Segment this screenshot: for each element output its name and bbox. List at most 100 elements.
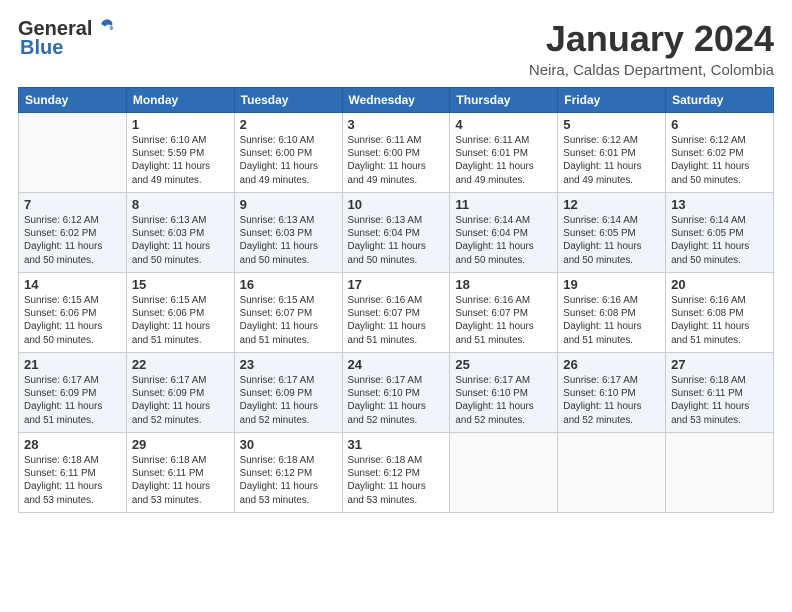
daylight-text: Daylight: 11 hours and 49 minutes. [132, 161, 210, 185]
day-info: Sunrise: 6:18 AMSunset: 6:11 PMDaylight:… [671, 374, 768, 427]
header: General Blue January 2024 Neira, Caldas … [18, 18, 774, 79]
calendar-day-cell: 13Sunrise: 6:14 AMSunset: 6:05 PMDayligh… [666, 193, 774, 273]
daylight-text: Daylight: 11 hours and 50 minutes. [240, 241, 318, 265]
calendar-day-cell: 25Sunrise: 6:17 AMSunset: 6:10 PMDayligh… [450, 353, 558, 433]
calendar-day-cell: 7 Sunrise: 6:12 AMSunset: 6:02 PMDaylight… [19, 193, 127, 273]
daylight-text: Daylight: 11 hours and 49 minutes. [240, 161, 318, 185]
header-tuesday: Tuesday [234, 88, 342, 113]
sunset-text: Sunset: 6:09 PM [240, 388, 312, 399]
day-info: Sunrise: 6:17 AMSunset: 6:10 PMDaylight:… [563, 374, 660, 427]
sunset-text: Sunset: 6:07 PM [348, 308, 420, 319]
sunset-text: Sunset: 6:06 PM [24, 308, 96, 319]
sunset-text: Sunset: 6:12 PM [240, 468, 312, 479]
sunrise-text: Sunrise: 6:17 AM [240, 375, 315, 386]
header-wednesday: Wednesday [342, 88, 450, 113]
sunrise-text: Sunrise: 6:18 AM [240, 455, 315, 466]
day-number: 17 [348, 277, 445, 292]
sunrise-text: Sunrise: 6:16 AM [348, 295, 423, 306]
sunset-text: Sunset: 6:11 PM [671, 388, 743, 399]
calendar-day-cell: 21Sunrise: 6:17 AMSunset: 6:09 PMDayligh… [19, 353, 127, 433]
sunset-text: Sunset: 6:12 PM [348, 468, 420, 479]
sunrise-text: Sunrise: 6:15 AM [240, 295, 315, 306]
day-info: Sunrise: 6:17 AMSunset: 6:09 PMDaylight:… [132, 374, 229, 427]
sunset-text: Sunset: 6:11 PM [132, 468, 204, 479]
calendar-day-cell: 19Sunrise: 6:16 AMSunset: 6:08 PMDayligh… [558, 273, 666, 353]
daylight-text: Daylight: 11 hours and 51 minutes. [455, 321, 533, 345]
calendar-day-cell: 20Sunrise: 6:16 AMSunset: 6:08 PMDayligh… [666, 273, 774, 353]
sunrise-text: Sunrise: 6:17 AM [132, 375, 207, 386]
calendar-day-cell [666, 433, 774, 513]
daylight-text: Daylight: 11 hours and 51 minutes. [671, 321, 749, 345]
calendar-day-cell: 6Sunrise: 6:12 AMSunset: 6:02 PMDaylight… [666, 113, 774, 193]
day-number: 31 [348, 437, 445, 452]
sunrise-text: Sunrise: 6:18 AM [24, 455, 99, 466]
sunrise-text: Sunrise: 6:12 AM [671, 135, 746, 146]
sunset-text: Sunset: 6:01 PM [563, 148, 635, 159]
sunrise-text: Sunrise: 6:15 AM [132, 295, 207, 306]
sunrise-text: Sunrise: 6:17 AM [24, 375, 99, 386]
day-number: 8 [132, 197, 229, 212]
day-number: 4 [455, 117, 552, 132]
daylight-text: Daylight: 11 hours and 51 minutes. [24, 401, 102, 425]
day-info: Sunrise: 6:17 AMSunset: 6:09 PMDaylight:… [240, 374, 337, 427]
calendar-day-cell: 11 Sunrise: 6:14 AMSunset: 6:04 PMDayligh… [450, 193, 558, 273]
daylight-text: Daylight: 11 hours and 53 minutes. [240, 481, 318, 505]
calendar-day-cell: 9Sunrise: 6:13 AMSunset: 6:03 PMDaylight… [234, 193, 342, 273]
month-title: January 2024 [529, 18, 774, 60]
daylight-text: Daylight: 11 hours and 50 minutes. [455, 241, 533, 265]
day-info: Sunrise: 6:18 AMSunset: 6:12 PMDaylight:… [348, 454, 445, 507]
day-info: Sunrise: 6:14 AMSunset: 6:04 PMDaylight:… [455, 214, 552, 267]
day-info: Sunrise: 6:11 AM Sunset: 6:01 PM Daylight:… [455, 134, 552, 187]
day-number: 23 [240, 357, 337, 372]
day-number: 7 [24, 197, 121, 212]
day-number: 25 [455, 357, 552, 372]
day-info: Sunrise: 6:13 AMSunset: 6:03 PMDaylight:… [132, 214, 229, 267]
day-info: Sunrise: 6:15 AMSunset: 6:06 PMDaylight:… [132, 294, 229, 347]
sunset-text: Sunset: 5:59 PM [132, 148, 204, 159]
day-info: Sunrise: 6:18 AMSunset: 6:11 PMDaylight:… [132, 454, 229, 507]
sunset-text: Sunset: 6:07 PM [240, 308, 312, 319]
day-number: 27 [671, 357, 768, 372]
daylight-text: Daylight: 11 hours and 50 minutes. [671, 241, 749, 265]
sunset-text: Sunset: 6:09 PM [132, 388, 204, 399]
sunset-text: Sunset: 6:10 PM [563, 388, 635, 399]
sunrise-text: Sunrise: 6:17 AM [563, 375, 638, 386]
daylight-text: Daylight: 11 hours and 49 minutes. [455, 161, 533, 185]
location: Neira, Caldas Department, Colombia [529, 62, 774, 79]
calendar-day-cell: 28Sunrise: 6:18 AMSunset: 6:11 PMDayligh… [19, 433, 127, 513]
day-number: 30 [240, 437, 337, 452]
calendar-day-cell: 5Sunrise: 6:12 AMSunset: 6:01 PMDaylight… [558, 113, 666, 193]
sunset-text: Sunset: 6:08 PM [671, 308, 743, 319]
day-number: 28 [24, 437, 121, 452]
calendar-week-row: 28Sunrise: 6:18 AMSunset: 6:11 PMDayligh… [19, 433, 774, 513]
day-info: Sunrise: 6:12 AMSunset: 6:02 PMDaylight:… [24, 214, 121, 267]
sunrise-text: Sunrise: 6:16 AM [455, 295, 530, 306]
day-number: 20 [671, 277, 768, 292]
calendar-table: Sunday Monday Tuesday Wednesday Thursday… [18, 87, 774, 513]
day-info: Sunrise: 6:15 AMSunset: 6:06 PMDaylight:… [24, 294, 121, 347]
calendar-week-row: 21Sunrise: 6:17 AMSunset: 6:09 PMDayligh… [19, 353, 774, 433]
day-number: 13 [671, 197, 768, 212]
daylight-text: Daylight: 11 hours and 52 minutes. [348, 401, 426, 425]
daylight-text: Daylight: 11 hours and 50 minutes. [563, 241, 641, 265]
day-number: 9 [240, 197, 337, 212]
daylight-text: Daylight: 11 hours and 53 minutes. [348, 481, 426, 505]
sunset-text: Sunset: 6:00 PM [240, 148, 312, 159]
calendar-day-cell: 8 Sunrise: 6:13 AMSunset: 6:03 PMDaylight… [126, 193, 234, 273]
day-info: Sunrise: 6:14 AMSunset: 6:05 PMDaylight:… [563, 214, 660, 267]
calendar-day-cell: 23Sunrise: 6:17 AMSunset: 6:09 PMDayligh… [234, 353, 342, 433]
title-block: January 2024 Neira, Caldas Department, C… [529, 18, 774, 79]
calendar-header-row: Sunday Monday Tuesday Wednesday Thursday… [19, 88, 774, 113]
sunset-text: Sunset: 6:01 PM [455, 148, 527, 159]
daylight-text: Daylight: 11 hours and 50 minutes. [671, 161, 749, 185]
calendar-day-cell: 27 Sunrise: 6:18 AMSunset: 6:11 PMDayligh… [666, 353, 774, 433]
calendar-day-cell: 24Sunrise: 6:17 AMSunset: 6:10 PMDayligh… [342, 353, 450, 433]
day-info: Sunrise: 6:18 AM Sunset: 6:12 PM Daylight:… [240, 454, 337, 507]
calendar-day-cell: 31 Sunrise: 6:18 AMSunset: 6:12 PMDayligh… [342, 433, 450, 513]
daylight-text: Daylight: 11 hours and 51 minutes. [132, 321, 210, 345]
day-number: 10 [348, 197, 445, 212]
sunrise-text: Sunrise: 6:11 AM [455, 135, 529, 146]
sunset-text: Sunset: 6:05 PM [671, 228, 743, 239]
day-number: 11 [455, 197, 552, 212]
day-info: Sunrise: 6:17 AMSunset: 6:09 PMDaylight:… [24, 374, 121, 427]
